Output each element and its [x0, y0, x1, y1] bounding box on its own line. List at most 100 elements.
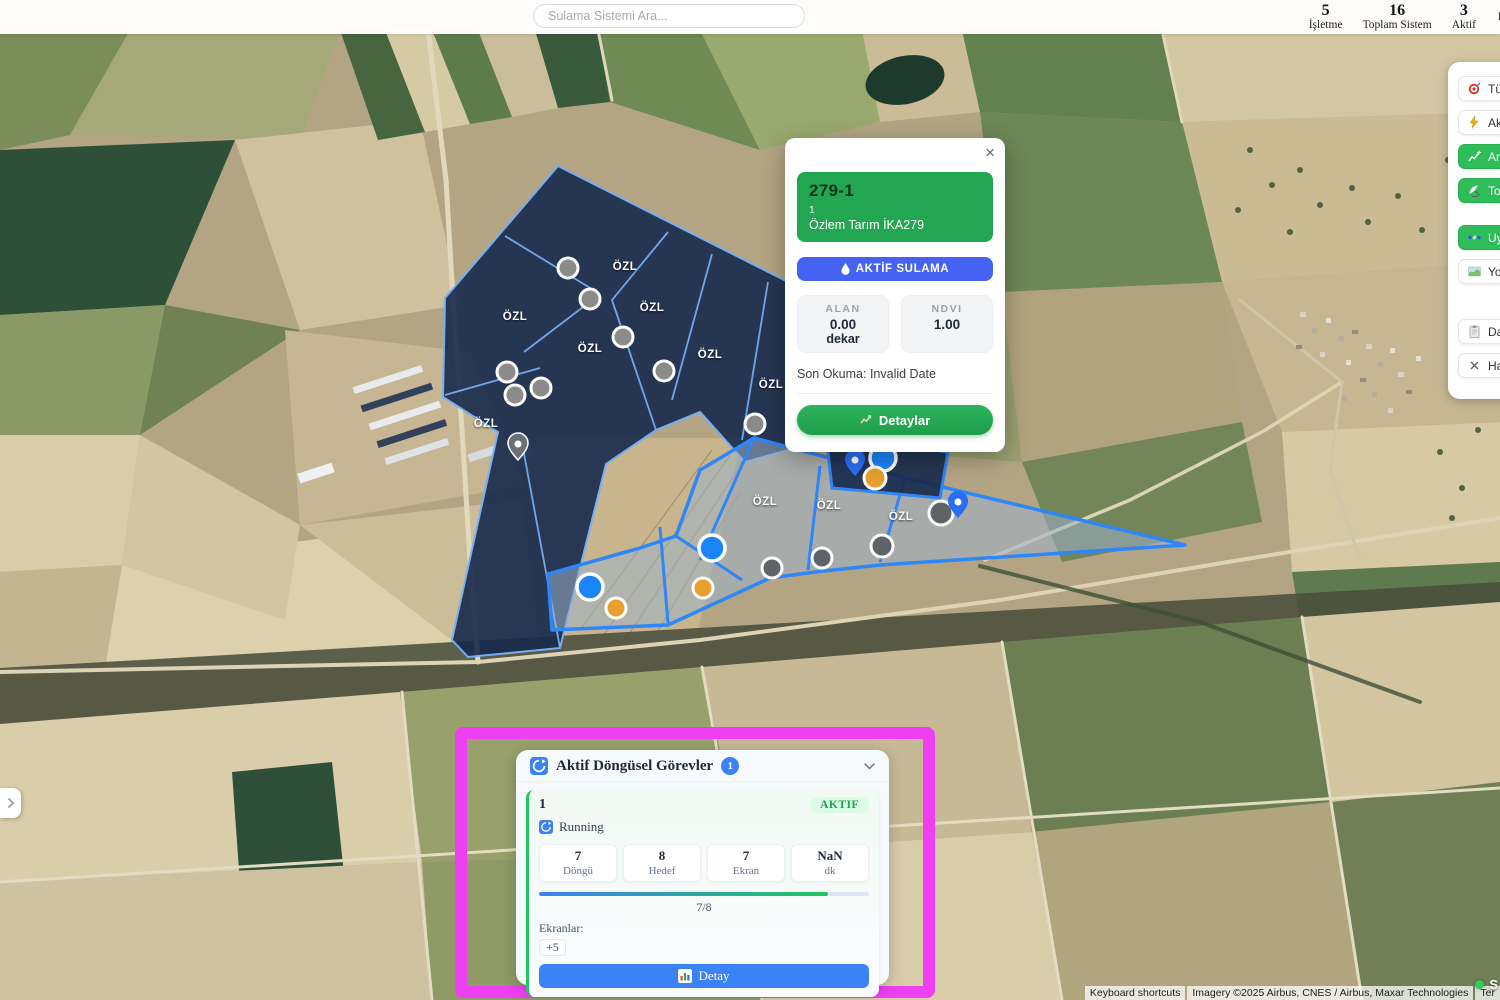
search-input[interactable]: [533, 4, 805, 28]
active-irrigation-button[interactable]: AKTİF SULAMA: [797, 257, 993, 281]
details-button[interactable]: Detaylar: [797, 405, 993, 435]
task-card[interactable]: 1 AKTIF Running 7 Döngü 8 Hedef 7 Ekran: [526, 790, 879, 997]
layer-button-label: Da: [1488, 325, 1500, 339]
status-dot-icon: [1475, 980, 1484, 989]
chevron-down-icon: [864, 763, 875, 770]
metric-value: 7: [540, 848, 616, 864]
tasks-header[interactable]: Aktif Döngüsel Görevler 1: [516, 750, 889, 782]
stat-alan: ALAN 0.00 dekar: [797, 295, 889, 353]
layer-button-akis[interactable]: Ak: [1458, 110, 1500, 135]
popup-title: 279-1: [809, 181, 981, 201]
details-label: Detaylar: [879, 413, 930, 428]
tasks-panel-title: Aktif Döngüsel Görevler: [556, 758, 713, 775]
stat-unit: dekar: [802, 332, 884, 346]
sync-icon: [530, 757, 548, 775]
parcel-label: ÖZL: [578, 343, 603, 355]
parcel-label: ÖZL: [698, 349, 723, 361]
metric-value: 8: [624, 848, 700, 864]
stat-aktif: 3 Aktif: [1452, 3, 1476, 32]
tasks-count-badge: 1: [721, 757, 739, 775]
metric-ekran: 7 Ekran: [707, 844, 785, 882]
stat-label: Aktif: [1452, 19, 1476, 31]
stat-value: 3: [1452, 3, 1476, 20]
clipboard-icon: [1468, 325, 1481, 338]
screens-label: Ekranlar:: [539, 921, 869, 936]
metric-dongu: 7 Döngü: [539, 844, 617, 882]
last-reading-text: Son Okuma: Invalid Date: [797, 367, 993, 381]
metric-label: Döngü: [540, 865, 616, 877]
keyboard-shortcuts-link[interactable]: Keyboard shortcuts: [1085, 986, 1185, 1000]
layer-button-tumu[interactable]: Tü: [1458, 76, 1500, 101]
detail-button[interactable]: Detay: [539, 964, 869, 988]
stat-value: 16: [1363, 3, 1432, 20]
layer-button-label: Hari: [1488, 359, 1500, 373]
layer-button-toprak[interactable]: To: [1458, 178, 1500, 203]
layer-button-label: To: [1488, 184, 1500, 198]
layer-button-dashboard[interactable]: Da: [1458, 319, 1500, 344]
water-drop-icon: [841, 263, 850, 275]
stat-value: 5: [1309, 3, 1343, 20]
layer-button-yol[interactable]: Yo: [1458, 259, 1500, 284]
stat-ndvi: NDVI 1.00: [901, 295, 993, 353]
layer-button-label: An: [1488, 150, 1500, 164]
close-icon[interactable]: ×: [985, 144, 995, 161]
app-root: ÖZL ÖZL ÖZL ÖZL ÖZL ÖZL ÖZL ÖZL ÖZL ÖZL …: [0, 0, 1500, 1000]
map-layers-panel: Tü Ak An To Uy Yo Da Hari: [1448, 62, 1500, 399]
header-stats: 5 İşletme 16 Toplam Sistem 3 Aktif K: [1309, 0, 1500, 34]
satellite-icon: [1468, 231, 1481, 244]
layer-button-analiz[interactable]: An: [1458, 144, 1500, 169]
stat-isletme: 5 İşletme: [1309, 3, 1343, 32]
layer-button-label: Uy: [1488, 231, 1500, 245]
collapse-button[interactable]: [864, 763, 875, 770]
popup-subtitle: 1: [809, 204, 981, 216]
screens-more-chip[interactable]: +5: [539, 939, 566, 956]
topbar: 5 İşletme 16 Toplam Sistem 3 Aktif K: [0, 0, 1500, 34]
task-status-badge: AKTIF: [810, 797, 869, 813]
metric-label: dk: [792, 865, 868, 877]
progress-text: 7/8: [539, 900, 869, 915]
stat-label: İşletme: [1309, 19, 1343, 31]
sidebar-expand-toggle[interactable]: [0, 788, 21, 818]
chevron-right-icon: [7, 798, 15, 808]
metric-hedef: 8 Hedef: [623, 844, 701, 882]
task-name: 1: [539, 797, 546, 813]
layer-button-label: Yo: [1488, 265, 1500, 279]
imagery-credit: Imagery ©2025 Airbus, CNES / Airbus, Max…: [1187, 986, 1473, 1000]
satellite-dish-icon: [1468, 184, 1481, 197]
stat-value: 1.00: [906, 317, 988, 332]
world-map-icon: [1468, 265, 1481, 278]
layer-button-harita[interactable]: Hari: [1458, 353, 1500, 378]
parcel-label: ÖZL: [817, 500, 842, 512]
cyclic-tasks-panel: Aktif Döngüsel Görevler 1 1 AKTIF Runnin…: [516, 750, 889, 985]
parcel-label: ÖZL: [889, 511, 914, 523]
running-sync-icon: [539, 820, 553, 834]
sparkline-icon: [1468, 150, 1481, 163]
metric-dk: NaN dk: [791, 844, 869, 882]
stat-value: 0.00: [802, 317, 884, 332]
parcel-label: ÖZL: [753, 496, 778, 508]
active-irrigation-label: AKTİF SULAMA: [856, 263, 949, 275]
map-attribution: Keyboard shortcuts Imagery ©2025 Airbus,…: [1085, 986, 1500, 1000]
metric-value: NaN: [792, 848, 868, 864]
parcel-label: ÖZL: [474, 418, 499, 430]
metric-label: Ekran: [708, 865, 784, 877]
stat-label: K: [1496, 11, 1500, 23]
bar-chart-icon: [678, 969, 692, 983]
stat-clipped: K: [1496, 11, 1500, 23]
irrigation-popup: × 279-1 1 Özlem Tarım İKA279 AKTİF SULAM…: [785, 138, 1005, 452]
parcel-label: ÖZL: [503, 311, 528, 323]
task-state: Running: [559, 819, 604, 835]
stat-label: ALAN: [802, 303, 884, 315]
popup-header: 279-1 1 Özlem Tarım İKA279: [797, 172, 993, 242]
layer-button-uydu[interactable]: Uy: [1458, 225, 1500, 250]
parcel-label: ÖZL: [613, 261, 638, 273]
metric-label: Hedef: [624, 865, 700, 877]
stat-toplam-sistem: 16 Toplam Sistem: [1363, 3, 1432, 32]
popup-owner: Özlem Tarım İKA279: [809, 218, 981, 232]
divider: [797, 393, 993, 394]
status-partial-text: S: [1489, 977, 1498, 992]
lightning-icon: [1468, 116, 1481, 129]
layer-button-label: Tü: [1488, 82, 1500, 96]
stat-label: Toplam Sistem: [1363, 19, 1432, 31]
parcel-label: ÖZL: [759, 379, 784, 391]
